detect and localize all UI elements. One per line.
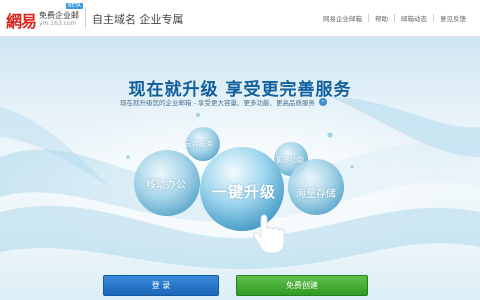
- decor-dot: [196, 113, 200, 117]
- site-header: 網易 免费企业邮 ym.163.com BETA 自主域名 企业专属 网易企业邮…: [0, 0, 480, 37]
- decor-dot: [350, 165, 354, 169]
- site-tagline: 自主域名 企业专属: [92, 13, 184, 26]
- logo-wordmark: 網易: [6, 12, 37, 31]
- bubble-label-cloud-service: 云存服务: [185, 140, 213, 148]
- hero-banner: 现在就升级 享受更完善服务 现在就升级您的企业邮箱 - 享受更大容量、更多功能、…: [0, 37, 480, 300]
- circle-arrow-right-icon[interactable]: ›: [318, 98, 327, 106]
- hero-subline[interactable]: 现在就升级您的企业邮箱 - 享受更大容量、更多功能、更高品质服务 ›: [120, 97, 327, 107]
- logo[interactable]: 網易 免费企业邮 ym.163.com BETA: [6, 3, 84, 32]
- bubble-label-upgrade[interactable]: 一键升级: [212, 181, 276, 202]
- nav-link-news[interactable]: 邮箱动态: [395, 13, 433, 23]
- nav-link-enterprise-mail[interactable]: 网易企业邮箱: [317, 13, 368, 23]
- bubble-label-more-features: 更多功能: [276, 156, 304, 164]
- create-account-button[interactable]: 免费创建: [236, 275, 368, 296]
- bubble-label-mobile-office: 移动办公: [146, 180, 186, 191]
- login-button[interactable]: 登 录: [103, 275, 219, 296]
- nav-link-help[interactable]: 帮助: [369, 13, 394, 23]
- header-divider: [85, 7, 86, 29]
- beta-badge: BETA: [66, 3, 83, 9]
- top-nav: 网易企业邮箱 帮助 邮箱动态 意见反馈: [317, 12, 472, 24]
- decor-dot: [327, 132, 333, 138]
- nav-link-feedback[interactable]: 意见反馈: [434, 13, 472, 23]
- bubble-label-mass-storage: 海量存储: [296, 189, 336, 200]
- logo-domain: ym.163.com: [39, 20, 77, 27]
- decor-dot: [126, 155, 130, 159]
- hero-subline-text: 现在就升级您的企业邮箱 - 享受更大容量、更多功能、更高品质服务: [120, 99, 315, 107]
